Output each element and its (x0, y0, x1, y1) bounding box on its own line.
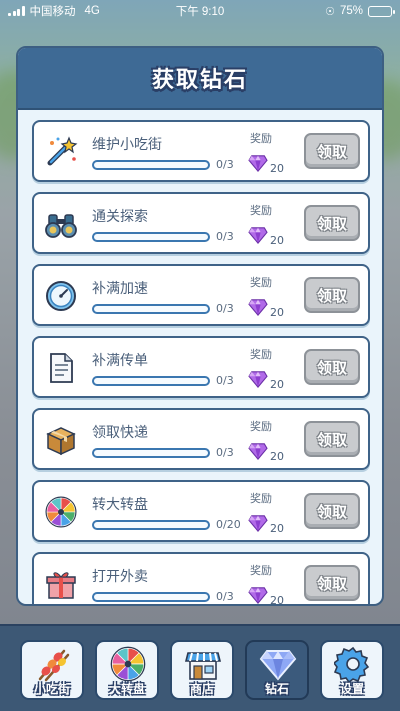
nav-item-gear[interactable]: 设置 (320, 640, 384, 700)
task-progress-bar (92, 376, 210, 386)
claim-button[interactable]: 领取 (304, 133, 360, 169)
battery-icon (368, 5, 395, 17)
diamond-icon (248, 298, 268, 320)
document-icon (44, 351, 78, 385)
reward-label: 奖励 (250, 564, 272, 577)
reward-label: 奖励 (250, 420, 272, 433)
task-row: 维护小吃街 0/3 奖励 20 领取 (32, 120, 370, 182)
nav-label: 大转盘 (108, 682, 145, 696)
carrier-name: 中国移动 (29, 6, 76, 18)
diamond-icon (248, 226, 268, 248)
speedometer-icon (44, 279, 78, 313)
nav-label: 商店 (189, 682, 214, 696)
reward-amount: 20 (270, 233, 284, 247)
claim-button[interactable]: 领取 (304, 349, 360, 385)
task-progress-bar (92, 160, 210, 170)
task-progress-text: 0/3 (216, 302, 234, 315)
prize-wheel-icon (109, 645, 147, 683)
reward: 20 (248, 226, 284, 248)
diamond-icon (248, 442, 268, 464)
reward-label: 奖励 (250, 492, 272, 505)
claim-button[interactable]: 领取 (304, 421, 360, 457)
reward-amount: 20 (270, 377, 284, 391)
task-progress-bar (92, 232, 210, 242)
task-name: 领取快递 (92, 425, 148, 441)
nav-item-prize-wheel[interactable]: 大转盘 (95, 640, 159, 700)
task-name: 补满加速 (92, 281, 148, 297)
claim-button[interactable]: 领取 (304, 205, 360, 241)
task-progress-text: 0/3 (216, 446, 234, 459)
reward-label: 奖励 (250, 276, 272, 289)
reward-amount: 20 (270, 161, 284, 175)
task-name: 补满传单 (92, 353, 148, 369)
diamond-icon (259, 645, 297, 683)
task-progress-text: 0/3 (216, 230, 234, 243)
task-progress-text: 0/3 (216, 590, 234, 603)
task-progress-bar (92, 592, 210, 602)
reward: 20 (248, 514, 284, 536)
gift-box-icon (44, 567, 78, 601)
reward-label: 奖励 (250, 204, 272, 217)
get-diamonds-panel: 获取钻石 维护小吃街 0/3 奖励 20 领取 通关探索 0/3 奖励 20 领… (16, 46, 384, 606)
binoculars-icon (44, 207, 78, 241)
reward: 20 (248, 298, 284, 320)
status-bar: 中国移动 4G 下午 9:10 ☉ 75% (0, 0, 400, 22)
nav-label: 设置 (339, 682, 364, 696)
task-progress-text: 0/3 (216, 158, 234, 171)
nav-item-shop[interactable]: 商店 (170, 640, 234, 700)
panel-title: 获取钻石 (151, 68, 248, 93)
task-row: 打开外卖 0/3 奖励 20 领取 (32, 552, 370, 606)
reward-amount: 20 (270, 305, 284, 319)
diamond-icon (248, 370, 268, 392)
claim-button[interactable]: 领取 (304, 277, 360, 313)
task-progress-bar (92, 448, 210, 458)
bottom-nav: 小吃街 大转盘 商店 钻石 设置 (0, 624, 400, 711)
diamond-icon (248, 154, 268, 176)
task-row: 补满加速 0/3 奖励 20 领取 (32, 264, 370, 326)
task-name: 打开外卖 (92, 569, 148, 585)
magic-wand-icon (44, 135, 78, 169)
diamond-icon (248, 514, 268, 536)
task-row: 补满传单 0/3 奖励 20 领取 (32, 336, 370, 398)
task-progress-text: 0/20 (216, 518, 241, 531)
task-row: 通关探索 0/3 奖励 20 领取 (32, 192, 370, 254)
task-name: 维护小吃街 (92, 137, 162, 153)
reward-amount: 20 (270, 449, 284, 463)
claim-button[interactable]: 领取 (304, 565, 360, 601)
rotation-lock-icon: ☉ (325, 5, 335, 18)
diamond-icon (248, 586, 268, 604)
task-progress-text: 0/3 (216, 374, 234, 387)
task-progress-bar (92, 520, 210, 530)
task-name: 通关探索 (92, 209, 148, 225)
claim-button[interactable]: 领取 (304, 493, 360, 529)
nav-item-skewer[interactable]: 小吃街 (20, 640, 84, 700)
skewer-icon (34, 645, 72, 683)
reward: 20 (248, 586, 284, 606)
network-type: 4G (84, 5, 100, 17)
prize-wheel-icon (44, 495, 78, 529)
panel-header: 获取钻石 (18, 48, 382, 110)
reward: 20 (248, 370, 284, 392)
gear-icon (332, 645, 372, 684)
shop-icon (184, 645, 222, 683)
reward-amount: 20 (270, 521, 284, 535)
package-icon (44, 423, 78, 457)
reward: 20 (248, 442, 284, 464)
battery-percent: 75% (339, 5, 363, 17)
reward-label: 奖励 (250, 348, 272, 361)
reward-amount: 20 (270, 593, 284, 606)
signal-icon (8, 6, 25, 16)
task-list[interactable]: 维护小吃街 0/3 奖励 20 领取 通关探索 0/3 奖励 20 领取 补满加… (18, 112, 382, 606)
nav-item-diamond[interactable]: 钻石 (245, 640, 309, 700)
task-name: 转大转盘 (92, 497, 148, 513)
task-row: 转大转盘 0/20 奖励 20 领取 (32, 480, 370, 542)
task-row: 领取快递 0/3 奖励 20 领取 (32, 408, 370, 470)
nav-label: 小吃街 (33, 682, 70, 696)
reward-label: 奖励 (250, 132, 272, 145)
reward: 20 (248, 154, 284, 176)
task-progress-bar (92, 304, 210, 314)
nav-label: 钻石 (264, 682, 289, 696)
